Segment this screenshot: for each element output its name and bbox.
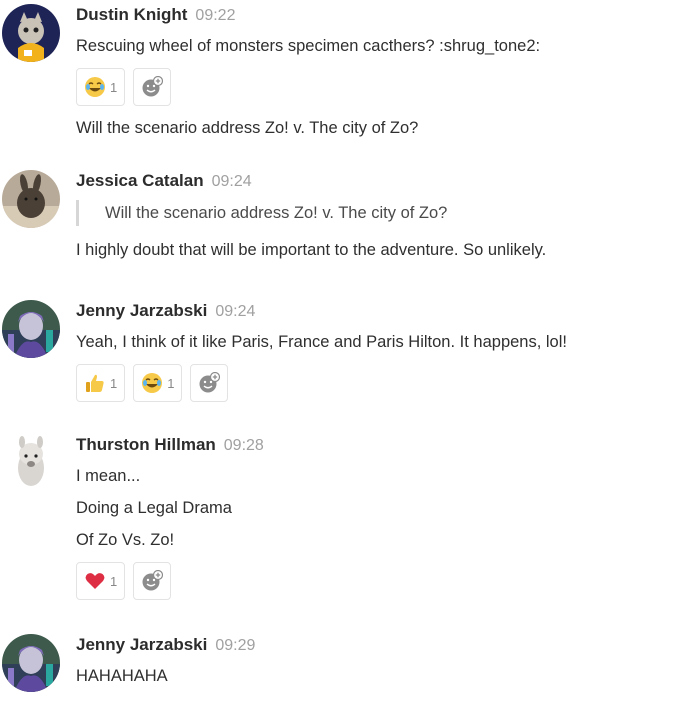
timestamp[interactable]: 09:29	[215, 637, 255, 654]
avatar[interactable]	[2, 300, 60, 358]
jenny-avatar-icon	[2, 634, 60, 692]
reaction-count: 1	[110, 573, 118, 589]
joy-emoji-icon	[85, 77, 105, 97]
avatar[interactable]	[2, 434, 60, 492]
author-name[interactable]: Jessica Catalan	[76, 171, 204, 190]
thumbs-up-emoji-icon	[86, 374, 104, 392]
add-reaction-button[interactable]	[133, 562, 172, 600]
author-name[interactable]: Dustin Knight	[76, 5, 187, 24]
dustin-avatar-icon	[2, 4, 60, 62]
add-reaction-icon	[142, 570, 164, 591]
timestamp[interactable]: 09:28	[224, 437, 264, 454]
joy-emoji-icon	[142, 373, 163, 393]
reactions-bar: 1 1	[76, 364, 674, 402]
timestamp[interactable]: 09:24	[212, 173, 252, 190]
message-text: Will the scenario address Zo! v. The cit…	[76, 119, 419, 137]
reaction-heart[interactable]: 1	[76, 562, 126, 600]
add-reaction-button[interactable]	[133, 68, 172, 106]
avatar[interactable]	[2, 170, 60, 228]
reaction-count: 1	[167, 375, 175, 391]
reactions-bar: 1	[76, 562, 674, 600]
add-reaction-icon	[142, 76, 164, 97]
message-text: HAHAHAHA	[76, 667, 168, 685]
reactions-bar: 1	[76, 68, 674, 106]
quoted-message: Will the scenario address Zo! v. The cit…	[76, 200, 674, 226]
author-name[interactable]: Jenny Jarzabski	[76, 301, 207, 320]
timestamp[interactable]: 09:24	[215, 303, 255, 320]
thurston-avatar-icon	[2, 434, 60, 492]
timestamp[interactable]: 09:22	[195, 7, 235, 24]
jenny-avatar-icon	[2, 300, 60, 358]
message-text: Doing a Legal Drama	[76, 499, 232, 517]
reaction-joy[interactable]: 1	[76, 68, 126, 106]
add-reaction-icon	[199, 372, 221, 393]
author-name[interactable]: Thurston Hillman	[76, 435, 216, 454]
reaction-count: 1	[110, 79, 118, 95]
heart-emoji-icon	[85, 573, 105, 589]
author-name[interactable]: Jenny Jarzabski	[76, 635, 207, 654]
avatar[interactable]	[2, 4, 60, 62]
message-text: I mean...	[76, 467, 141, 485]
reaction-thumbs-up[interactable]: 1	[76, 364, 126, 402]
message-text: Of Zo Vs. Zo!	[76, 531, 175, 549]
reaction-joy[interactable]: 1	[133, 364, 183, 402]
message-text: Yeah, I think of it like Paris, France a…	[76, 333, 567, 351]
message-text: Rescuing wheel of monsters specimen cact…	[76, 37, 541, 55]
avatar[interactable]	[2, 634, 60, 692]
reaction-count: 1	[110, 375, 118, 391]
add-reaction-button[interactable]	[190, 364, 229, 402]
message-text: I highly doubt that will be important to…	[76, 241, 547, 259]
jessica-avatar-icon	[2, 170, 60, 228]
